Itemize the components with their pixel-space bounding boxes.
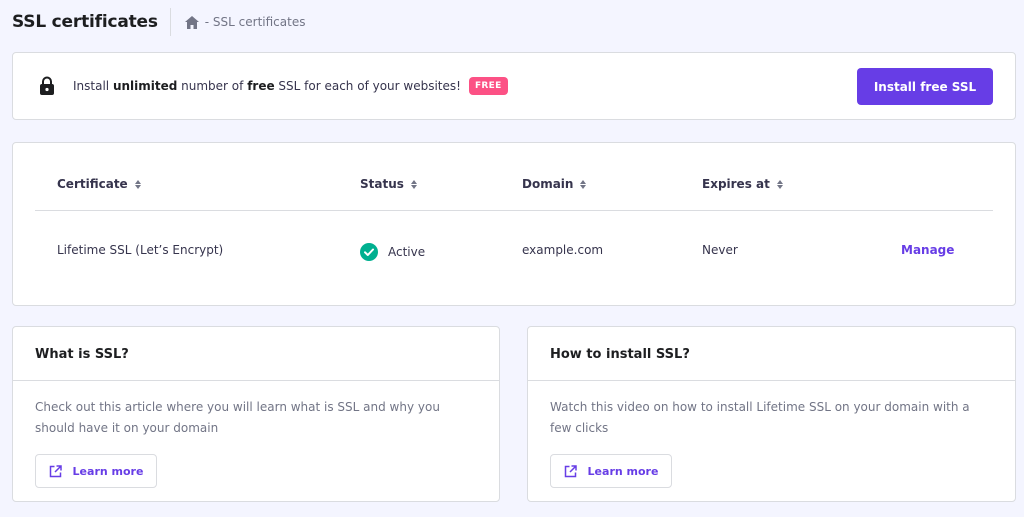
column-header-domain[interactable]: Domain	[522, 177, 587, 191]
certificates-table: Certificate Status Domain Expires at Lif…	[12, 142, 1016, 306]
banner-text: Install unlimited number of free SSL for…	[73, 79, 461, 93]
lock-icon	[39, 76, 55, 96]
learn-more-button[interactable]: Learn more	[35, 454, 157, 488]
page-title: SSL certificates	[12, 12, 158, 32]
sort-icon	[580, 179, 587, 189]
cell-status: Active	[360, 243, 425, 261]
card-divider	[528, 380, 1015, 381]
cell-certificate: Lifetime SSL (Let’s Encrypt)	[57, 243, 224, 257]
free-badge: FREE	[468, 77, 508, 95]
external-link-icon	[49, 464, 62, 478]
card-title: What is SSL?	[35, 347, 129, 362]
cell-domain: example.com	[522, 243, 604, 257]
check-circle-icon	[360, 243, 378, 261]
free-ssl-banner: Install unlimited number of free SSL for…	[12, 52, 1016, 120]
card-divider	[13, 380, 499, 381]
card-description: Watch this video on how to install Lifet…	[550, 400, 970, 435]
home-icon[interactable]	[184, 15, 199, 29]
sort-icon	[776, 179, 783, 189]
column-header-status[interactable]: Status	[360, 177, 417, 191]
install-free-ssl-button[interactable]: Install free SSL	[857, 68, 993, 105]
manage-link[interactable]: Manage	[901, 243, 954, 257]
what-is-ssl-card: What is SSL? Check out this article wher…	[12, 326, 500, 502]
page-header: SSL certificates - SSL certificates	[12, 0, 1012, 44]
learn-more-button[interactable]: Learn more	[550, 454, 672, 488]
learn-more-label: Learn more	[72, 464, 144, 478]
how-to-install-ssl-card: How to install SSL? Watch this video on …	[527, 326, 1016, 502]
column-header-expires[interactable]: Expires at	[702, 177, 783, 191]
card-title: How to install SSL?	[550, 347, 690, 362]
table-divider	[35, 210, 993, 211]
card-description: Check out this article where you will le…	[35, 400, 440, 435]
sort-icon	[410, 179, 417, 189]
learn-more-label: Learn more	[587, 464, 659, 478]
status-label: Active	[388, 245, 426, 259]
cell-expires: Never	[702, 243, 738, 257]
external-link-icon	[564, 464, 577, 478]
breadcrumb: - SSL certificates	[204, 15, 306, 29]
column-header-certificate[interactable]: Certificate	[57, 177, 141, 191]
header-divider	[169, 8, 171, 36]
sort-icon	[134, 179, 141, 189]
